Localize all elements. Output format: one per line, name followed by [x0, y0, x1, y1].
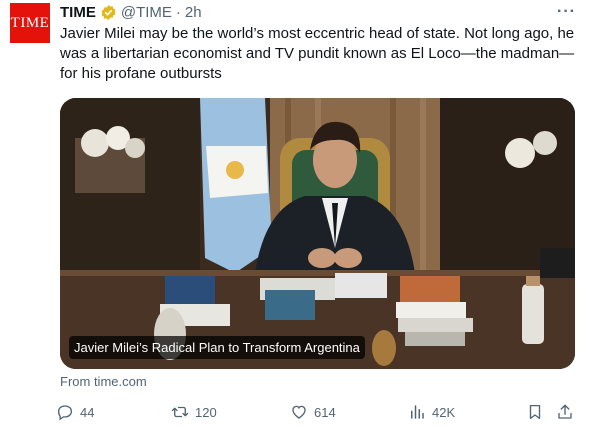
repost-icon — [171, 406, 189, 418]
action-bar: 44 120 614 42K — [56, 398, 580, 426]
avatar[interactable]: TIME — [10, 3, 50, 43]
like-count: 614 — [314, 404, 336, 420]
tweet-text: Javier Milei may be the world’s most ecc… — [60, 25, 575, 82]
views-button[interactable]: 42K — [408, 398, 455, 426]
bookmark-icon — [529, 404, 541, 420]
card-photo — [60, 98, 575, 369]
reply-count: 44 — [80, 404, 95, 420]
timestamp[interactable]: 2h — [185, 4, 202, 21]
author-name[interactable]: TIME — [60, 4, 96, 21]
view-count: 42K — [432, 404, 456, 420]
separator-dot: · — [175, 3, 181, 21]
tweet[interactable]: TIME TIME @TIME · 2h ··· Javier Milei ma… — [0, 0, 590, 430]
analytics-icon — [411, 405, 424, 419]
share-button[interactable] — [556, 398, 574, 426]
tweet-header: TIME @TIME · 2h — [60, 2, 202, 22]
link-card[interactable]: Javier Milei’s Radical Plan to Transform… — [60, 98, 575, 369]
card-title: Javier Milei’s Radical Plan to Transform… — [69, 336, 365, 359]
share-icon — [558, 404, 572, 419]
heart-icon — [292, 405, 306, 419]
reply-button[interactable]: 44 — [56, 398, 94, 426]
more-options-icon[interactable]: ··· — [557, 3, 576, 21]
verified-badge-icon — [101, 4, 116, 20]
avatar-logo-text: TIME — [10, 14, 50, 31]
repost-button[interactable]: 120 — [171, 398, 217, 426]
link-source[interactable]: From time.com — [60, 374, 147, 389]
reply-icon — [57, 405, 73, 421]
repost-count: 120 — [195, 404, 217, 420]
author-handle[interactable]: @TIME — [121, 4, 172, 21]
bookmark-button[interactable] — [526, 398, 544, 426]
like-button[interactable]: 614 — [290, 398, 336, 426]
